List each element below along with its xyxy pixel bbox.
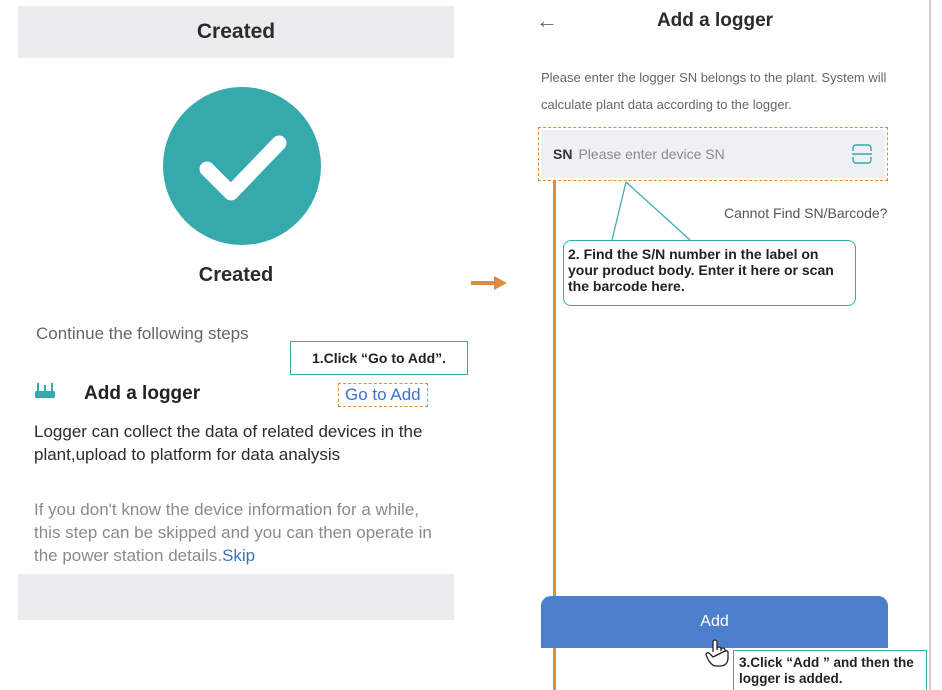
logger-icon <box>35 383 55 398</box>
steps-intro: Continue the following steps <box>36 324 249 343</box>
footer-bar <box>18 574 454 620</box>
cannot-find-sn-link[interactable]: Cannot Find SN/Barcode? <box>724 205 887 221</box>
page-title: Add a logger <box>656 10 774 31</box>
step-title: Add a logger <box>84 383 201 404</box>
instruction-text: Please enter the logger SN belongs to th… <box>541 70 887 112</box>
created-screen: Created Created Continue the following s… <box>18 0 454 622</box>
sn-field-highlight: SN <box>538 127 888 181</box>
checkmark-icon <box>163 87 321 245</box>
skip-note: If you don't know the device information… <box>34 498 446 567</box>
header-bar: Created <box>18 6 454 58</box>
hand-pointer-icon <box>705 639 729 667</box>
callout-step-2: 2. Find the S/N number in the label on y… <box>563 240 856 306</box>
callout-pointer <box>611 181 691 241</box>
sn-label: SN <box>553 146 573 162</box>
back-arrow-icon[interactable]: ← <box>536 8 558 34</box>
step-description: Logger can collect the data of related d… <box>34 422 423 464</box>
scan-barcode-icon[interactable] <box>851 143 873 165</box>
page-title: Created <box>196 20 276 43</box>
sn-field: SN <box>541 130 885 178</box>
success-title: Created <box>198 264 274 286</box>
right-arrow-icon <box>471 276 507 290</box>
skip-link[interactable]: Skip <box>222 546 255 565</box>
callout-step-1: 1.Click “Go to Add”. <box>290 341 468 375</box>
screen-border <box>929 0 931 690</box>
sn-input[interactable] <box>578 146 851 162</box>
go-to-add-link[interactable]: Go to Add <box>338 383 428 407</box>
callout-step-3: 3.Click “Add ” and then the logger is ad… <box>733 650 927 690</box>
